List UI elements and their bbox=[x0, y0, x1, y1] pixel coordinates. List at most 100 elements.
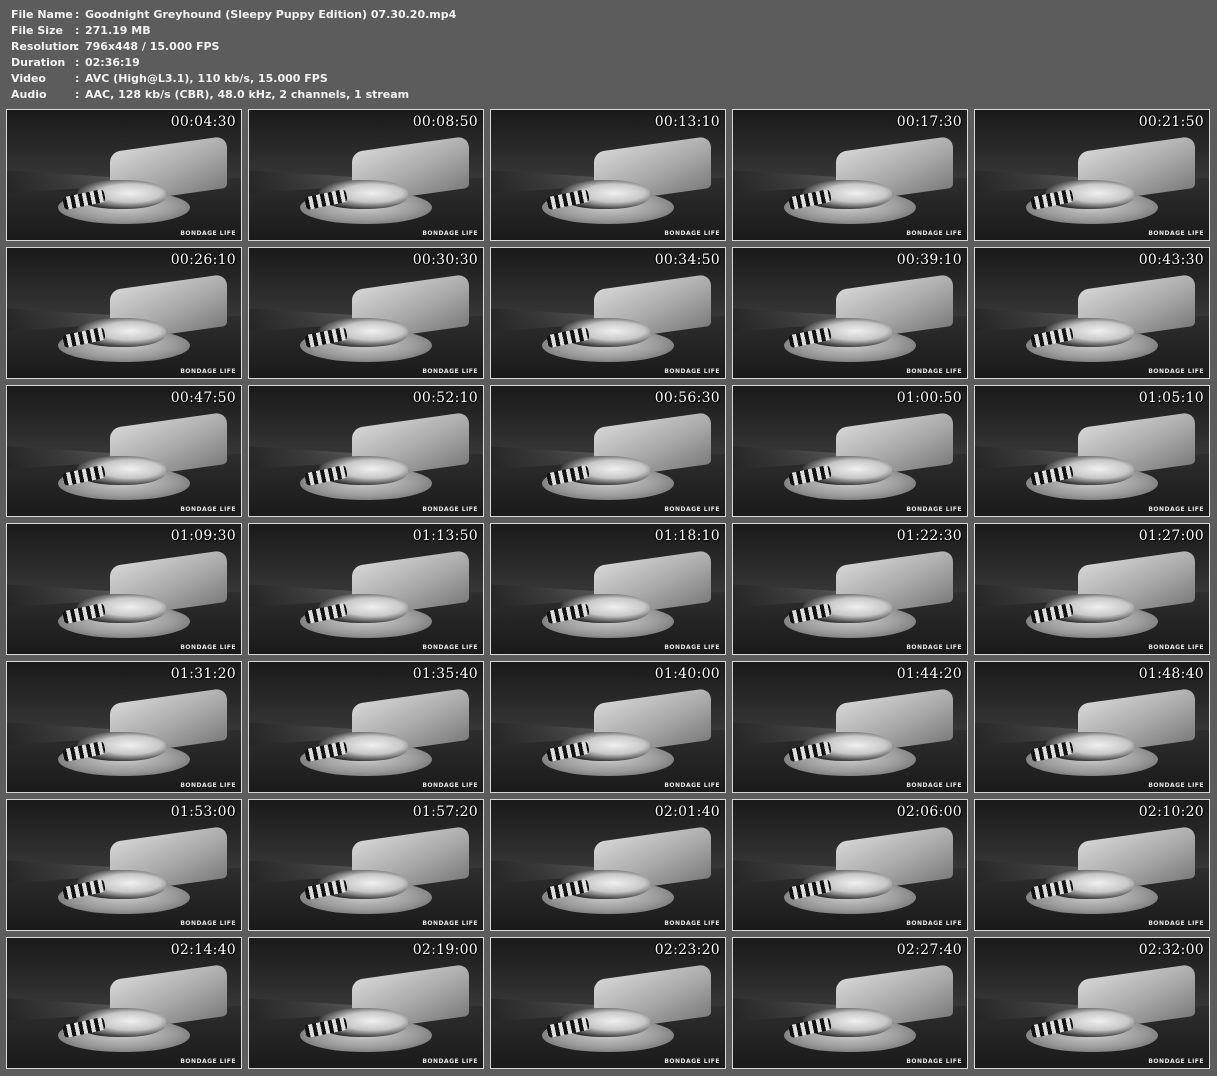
video-thumbnail[interactable]: 00:17:30 BONDAGE LIFE bbox=[732, 109, 968, 241]
file-info-panel: File Name : Goodnight Greyhound (Sleepy … bbox=[11, 7, 456, 103]
thumbnail-timestamp: 01:22:30 bbox=[896, 528, 962, 544]
watermark-logo: BONDAGE LIFE bbox=[422, 920, 478, 927]
info-row-file-size: File Size : 271.19 MB bbox=[11, 23, 456, 39]
thumbnail-timestamp: 02:23:20 bbox=[654, 942, 720, 958]
info-row-audio: Audio : AAC, 128 kb/s (CBR), 48.0 kHz, 2… bbox=[11, 87, 456, 103]
video-thumbnail[interactable]: 01:13:50 BONDAGE LIFE bbox=[248, 523, 484, 655]
watermark-logo: BONDAGE LIFE bbox=[180, 230, 236, 237]
thumbnail-timestamp: 01:53:00 bbox=[170, 804, 236, 820]
watermark-logo: BONDAGE LIFE bbox=[664, 644, 720, 651]
info-value: 02:36:19 bbox=[85, 56, 140, 69]
watermark-logo: BONDAGE LIFE bbox=[906, 230, 962, 237]
video-thumbnail[interactable]: 02:10:20 BONDAGE LIFE bbox=[974, 799, 1210, 931]
watermark-logo: BONDAGE LIFE bbox=[664, 920, 720, 927]
video-thumbnail[interactable]: 01:27:00 BONDAGE LIFE bbox=[974, 523, 1210, 655]
thumbnail-timestamp: 01:09:30 bbox=[170, 528, 236, 544]
watermark-logo: BONDAGE LIFE bbox=[1148, 644, 1204, 651]
info-value: AAC, 128 kb/s (CBR), 48.0 kHz, 2 channel… bbox=[85, 88, 410, 101]
watermark-logo: BONDAGE LIFE bbox=[180, 920, 236, 927]
info-label: Audio bbox=[11, 88, 47, 101]
thumbnail-timestamp: 00:39:10 bbox=[896, 252, 962, 268]
info-value: AVC (High@L3.1), 110 kb/s, 15.000 FPS bbox=[85, 72, 328, 85]
thumbnail-timestamp: 02:10:20 bbox=[1138, 804, 1204, 820]
thumbnail-timestamp: 00:17:30 bbox=[896, 114, 962, 130]
thumbnail-timestamp: 00:34:50 bbox=[654, 252, 720, 268]
watermark-logo: BONDAGE LIFE bbox=[906, 644, 962, 651]
video-thumbnail[interactable]: 02:06:00 BONDAGE LIFE bbox=[732, 799, 968, 931]
video-thumbnail[interactable]: 00:34:50 BONDAGE LIFE bbox=[490, 247, 726, 379]
video-thumbnail[interactable]: 01:40:00 BONDAGE LIFE bbox=[490, 661, 726, 793]
video-thumbnail[interactable]: 01:05:10 BONDAGE LIFE bbox=[974, 385, 1210, 517]
thumbnail-timestamp: 01:44:20 bbox=[896, 666, 962, 682]
info-separator: : bbox=[75, 72, 80, 85]
watermark-logo: BONDAGE LIFE bbox=[1148, 230, 1204, 237]
video-thumbnail[interactable]: 00:21:50 BONDAGE LIFE bbox=[974, 109, 1210, 241]
thumbnail-timestamp: 02:27:40 bbox=[896, 942, 962, 958]
video-thumbnail[interactable]: 02:23:20 BONDAGE LIFE bbox=[490, 937, 726, 1069]
watermark-logo: BONDAGE LIFE bbox=[1148, 920, 1204, 927]
video-thumbnail[interactable]: 01:22:30 BONDAGE LIFE bbox=[732, 523, 968, 655]
thumbnail-timestamp: 01:27:00 bbox=[1138, 528, 1204, 544]
info-value: 271.19 MB bbox=[85, 24, 151, 37]
info-label: File Size bbox=[11, 24, 63, 37]
thumbnail-timestamp: 01:00:50 bbox=[896, 390, 962, 406]
video-thumbnail[interactable]: 00:43:30 BONDAGE LIFE bbox=[974, 247, 1210, 379]
thumbnail-timestamp: 02:06:00 bbox=[896, 804, 962, 820]
thumbnail-timestamp: 00:13:10 bbox=[654, 114, 720, 130]
video-thumbnail[interactable]: 02:27:40 BONDAGE LIFE bbox=[732, 937, 968, 1069]
video-thumbnail[interactable]: 00:56:30 BONDAGE LIFE bbox=[490, 385, 726, 517]
info-label: Video bbox=[11, 72, 46, 85]
watermark-logo: BONDAGE LIFE bbox=[422, 782, 478, 789]
thumbnail-timestamp: 02:14:40 bbox=[170, 942, 236, 958]
thumbnail-timestamp: 01:31:20 bbox=[170, 666, 236, 682]
video-thumbnail[interactable]: 01:53:00 BONDAGE LIFE bbox=[6, 799, 242, 931]
info-separator: : bbox=[75, 88, 80, 101]
thumbnail-timestamp: 01:57:20 bbox=[412, 804, 478, 820]
watermark-logo: BONDAGE LIFE bbox=[422, 1058, 478, 1065]
video-thumbnail[interactable]: 00:13:10 BONDAGE LIFE bbox=[490, 109, 726, 241]
video-thumbnail[interactable]: 01:00:50 BONDAGE LIFE bbox=[732, 385, 968, 517]
thumbnail-timestamp: 00:52:10 bbox=[412, 390, 478, 406]
thumbnail-timestamp: 00:21:50 bbox=[1138, 114, 1204, 130]
video-thumbnail[interactable]: 00:39:10 BONDAGE LIFE bbox=[732, 247, 968, 379]
watermark-logo: BONDAGE LIFE bbox=[180, 782, 236, 789]
watermark-logo: BONDAGE LIFE bbox=[906, 368, 962, 375]
watermark-logo: BONDAGE LIFE bbox=[180, 644, 236, 651]
info-row-video: Video : AVC (High@L3.1), 110 kb/s, 15.00… bbox=[11, 71, 456, 87]
video-thumbnail[interactable]: 01:18:10 BONDAGE LIFE bbox=[490, 523, 726, 655]
info-row-resolution: Resolution : 796x448 / 15.000 FPS bbox=[11, 39, 456, 55]
video-thumbnail[interactable]: 01:09:30 BONDAGE LIFE bbox=[6, 523, 242, 655]
info-row-file-name: File Name : Goodnight Greyhound (Sleepy … bbox=[11, 7, 456, 23]
video-thumbnail[interactable]: 00:30:30 BONDAGE LIFE bbox=[248, 247, 484, 379]
video-thumbnail[interactable]: 02:01:40 BONDAGE LIFE bbox=[490, 799, 726, 931]
video-thumbnail[interactable]: 00:26:10 BONDAGE LIFE bbox=[6, 247, 242, 379]
video-thumbnail[interactable]: 01:57:20 BONDAGE LIFE bbox=[248, 799, 484, 931]
info-label: Resolution bbox=[11, 40, 78, 53]
video-thumbnail[interactable]: 01:44:20 BONDAGE LIFE bbox=[732, 661, 968, 793]
info-label: File Name bbox=[11, 8, 73, 21]
video-thumbnail[interactable]: 00:52:10 BONDAGE LIFE bbox=[248, 385, 484, 517]
thumbnail-timestamp: 00:47:50 bbox=[170, 390, 236, 406]
thumbnail-timestamp: 01:48:40 bbox=[1138, 666, 1204, 682]
thumbnail-timestamp: 00:08:50 bbox=[412, 114, 478, 130]
thumbnail-timestamp: 01:35:40 bbox=[412, 666, 478, 682]
video-thumbnail[interactable]: 00:08:50 BONDAGE LIFE bbox=[248, 109, 484, 241]
video-thumbnail[interactable]: 02:32:00 BONDAGE LIFE bbox=[974, 937, 1210, 1069]
watermark-logo: BONDAGE LIFE bbox=[1148, 368, 1204, 375]
thumbnail-grid: 00:04:30 BONDAGE LIFE 00:08:50 BONDAGE LIFE… bbox=[6, 109, 1212, 1069]
info-separator: : bbox=[75, 40, 80, 53]
thumbnail-timestamp: 02:19:00 bbox=[412, 942, 478, 958]
info-separator: : bbox=[75, 56, 80, 69]
video-thumbnail[interactable]: 00:47:50 BONDAGE LIFE bbox=[6, 385, 242, 517]
watermark-logo: BONDAGE LIFE bbox=[1148, 782, 1204, 789]
watermark-logo: BONDAGE LIFE bbox=[664, 368, 720, 375]
video-thumbnail[interactable]: 01:48:40 BONDAGE LIFE bbox=[974, 661, 1210, 793]
video-thumbnail[interactable]: 00:04:30 BONDAGE LIFE bbox=[6, 109, 242, 241]
thumbnail-timestamp: 01:05:10 bbox=[1138, 390, 1204, 406]
video-thumbnail[interactable]: 02:14:40 BONDAGE LIFE bbox=[6, 937, 242, 1069]
video-thumbnail[interactable]: 01:35:40 BONDAGE LIFE bbox=[248, 661, 484, 793]
video-thumbnail[interactable]: 02:19:00 BONDAGE LIFE bbox=[248, 937, 484, 1069]
thumbnail-timestamp: 00:26:10 bbox=[170, 252, 236, 268]
video-thumbnail[interactable]: 01:31:20 BONDAGE LIFE bbox=[6, 661, 242, 793]
thumbnail-timestamp: 02:32:00 bbox=[1138, 942, 1204, 958]
